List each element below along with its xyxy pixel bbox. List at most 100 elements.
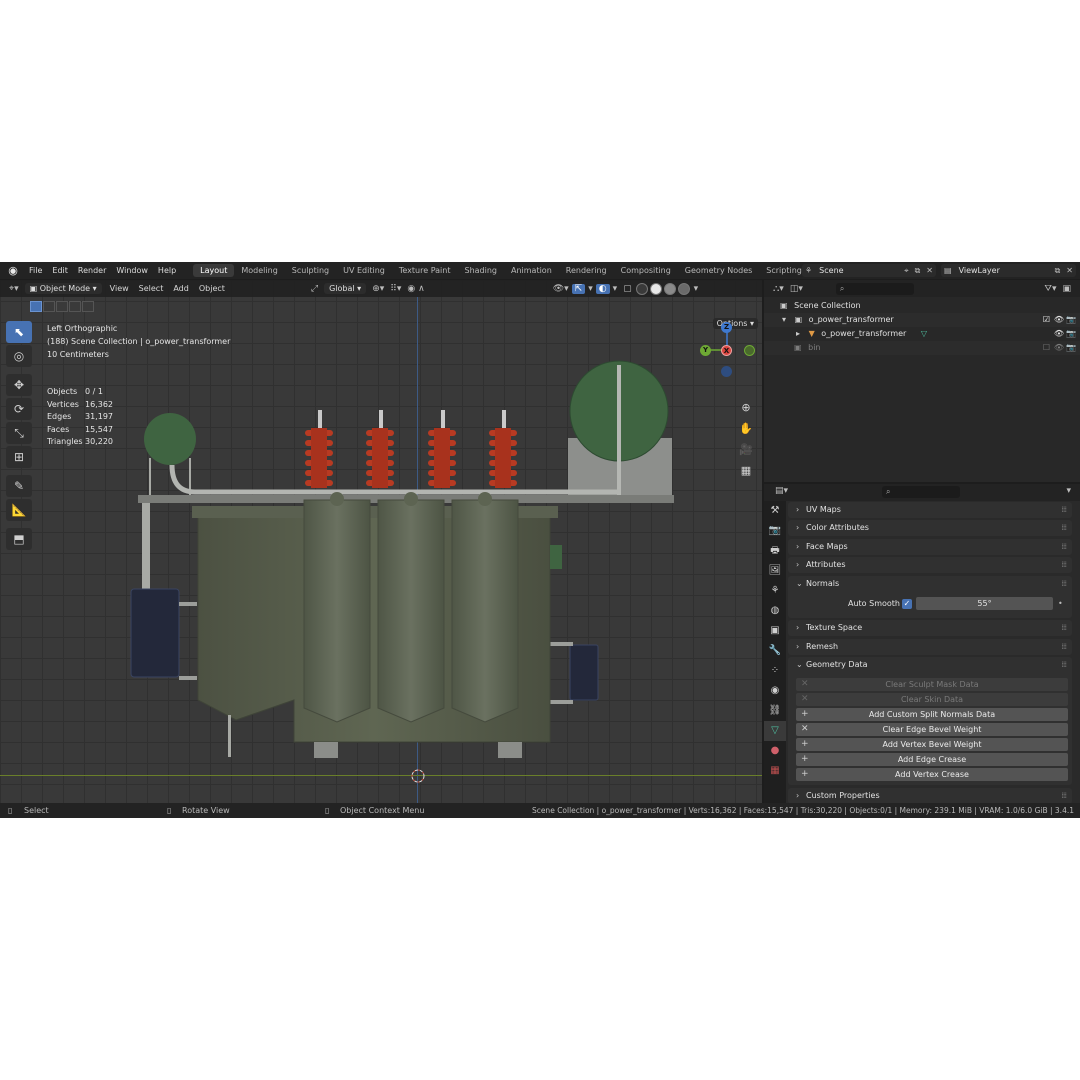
chevron-down-icon[interactable]: ⌄	[796, 576, 806, 592]
tab-texture-paint[interactable]: Texture Paint	[392, 264, 458, 277]
pin-icon[interactable]: ⌖	[901, 266, 912, 276]
grid-view-icon[interactable]: ▦	[738, 463, 754, 479]
add-cube-tool-icon[interactable]: ⬒	[6, 528, 32, 550]
outliner-row-scene-collection[interactable]: ▣ Scene Collection	[764, 299, 1080, 313]
gizmo-neg-z-icon[interactable]	[721, 366, 732, 377]
overlay-toggle-icon[interactable]: ◐	[595, 283, 610, 294]
snap-icon[interactable]: ⠿▾	[387, 284, 404, 294]
object-mode-dropdown[interactable]: ▣ Object Mode ▾	[24, 283, 102, 294]
drag-handle-icon[interactable]: ⁞⁞⁞	[1061, 502, 1067, 518]
drag-handle-icon[interactable]: ⁞⁞⁞	[1061, 620, 1067, 636]
editor-type-icon[interactable]: ⌖▾	[6, 284, 22, 294]
outliner-search-input[interactable]: ⌕	[835, 282, 914, 295]
menu-window[interactable]: Window	[111, 262, 153, 279]
outliner-row-bin[interactable]: ▣ bin ☐ 👁 📷	[764, 341, 1080, 355]
proportional-edit-icon[interactable]: ◉ ∧	[404, 284, 427, 294]
menu-render[interactable]: Render	[73, 262, 111, 279]
render-camera-icon[interactable]: 📷	[1066, 313, 1076, 327]
add-custom-split-normals-button[interactable]: + Add Custom Split Normals Data	[796, 708, 1068, 721]
shading-dropdown-icon[interactable]: ▾	[691, 284, 702, 294]
add-vertex-crease-button[interactable]: + Add Vertex Crease	[796, 768, 1068, 781]
pivot-icon[interactable]: ⊕▾	[369, 284, 387, 294]
close-view-layer-icon[interactable]: ✕	[1063, 266, 1076, 275]
drag-handle-icon[interactable]: ⁞⁞⁞	[1061, 639, 1067, 655]
measure-tool-icon[interactable]: 📐	[6, 499, 32, 521]
outliner-editor-icon[interactable]: ⛬▾	[770, 284, 787, 294]
annotate-tool-icon[interactable]: ✎	[6, 475, 32, 497]
tab-rendering[interactable]: Rendering	[559, 264, 614, 277]
close-scene-icon[interactable]: ✕	[923, 266, 936, 275]
add-edge-crease-button[interactable]: + Add Edge Crease	[796, 753, 1068, 766]
modifier-tab-icon[interactable]: 🔧	[764, 641, 786, 661]
drag-handle-icon[interactable]: ⁞⁞⁞	[1061, 657, 1067, 673]
gizmo-dropdown-icon[interactable]: ▾	[585, 284, 596, 294]
render-camera-icon[interactable]: 📷	[1066, 327, 1076, 341]
select-extend-icon[interactable]	[43, 301, 55, 312]
scene-tab-icon[interactable]: ⚘	[764, 581, 786, 601]
3d-viewport[interactable]: ⌖▾ ▣ Object Mode ▾ View Select Add Objec…	[0, 280, 762, 804]
panel-title[interactable]: Geometry Data	[806, 660, 868, 669]
new-collection-icon[interactable]: ▣	[1059, 284, 1074, 294]
tab-geometry-nodes[interactable]: Geometry Nodes	[678, 264, 759, 277]
view-layer-tab-icon[interactable]: 🖼	[764, 561, 786, 581]
constraints-tab-icon[interactable]: ⛓	[764, 701, 786, 721]
panel-attributes[interactable]: › Attributes ⁞⁞⁞	[788, 557, 1072, 573]
pan-hand-icon[interactable]: ✋	[738, 421, 754, 437]
outliner-row-object[interactable]: ▸ ▼ o_power_transformer ▽ 👁 📷	[764, 327, 1080, 341]
physics-tab-icon[interactable]: ◉	[764, 681, 786, 701]
tab-shading[interactable]: Shading	[457, 264, 504, 277]
menu-add[interactable]: Add	[168, 280, 194, 297]
add-vertex-bevel-weight-button[interactable]: + Add Vertex Bevel Weight	[796, 738, 1068, 751]
rendered-shading-icon[interactable]	[677, 282, 690, 295]
drag-handle-icon[interactable]: ⁞⁞⁞	[1061, 576, 1067, 592]
exclude-checkbox-icon[interactable]: ☐	[1043, 341, 1050, 355]
clear-sculpt-mask-button[interactable]: ✕ Clear Sculpt Mask Data	[796, 678, 1068, 691]
render-camera-icon[interactable]: 📷	[1066, 341, 1076, 355]
tab-sculpting[interactable]: Sculpting	[285, 264, 336, 277]
panel-color-attributes[interactable]: › Color Attributes ⁞⁞⁞	[788, 520, 1072, 536]
outliner-row-collection[interactable]: ▾ ▣ o_power_transformer ☑ 👁 📷	[764, 313, 1080, 327]
menu-object[interactable]: Object	[194, 280, 230, 297]
menu-help[interactable]: Help	[153, 262, 181, 279]
visibility-eye-icon[interactable]: 👁	[1054, 313, 1064, 327]
transform-tool-icon[interactable]: ⊞	[6, 446, 32, 468]
panel-remesh[interactable]: › Remesh ⁞⁞⁞	[788, 639, 1072, 655]
overlay-dropdown-icon[interactable]: ▾	[610, 284, 621, 294]
properties-dropdown-icon[interactable]: ▾	[1063, 486, 1074, 496]
navigation-gizmo[interactable]: Z Y X	[696, 320, 756, 377]
visibility-eye-icon[interactable]: 👁	[1054, 341, 1064, 355]
cursor-tool-icon[interactable]: ◎	[6, 345, 32, 367]
world-tab-icon[interactable]: ◍	[764, 601, 786, 621]
transform-orientation-dropdown[interactable]: Global ▾	[324, 283, 367, 294]
tab-layout[interactable]: Layout	[193, 264, 235, 277]
clear-skin-data-button[interactable]: ✕ Clear Skin Data	[796, 693, 1068, 706]
keyframe-dot-icon[interactable]: •	[1058, 596, 1063, 612]
drag-handle-icon[interactable]: ⁞⁞⁞	[1061, 520, 1067, 536]
select-new-icon[interactable]	[30, 301, 42, 312]
tab-compositing[interactable]: Compositing	[614, 264, 678, 277]
gizmo-z-icon[interactable]: Z	[721, 322, 732, 333]
mesh-data-icon[interactable]: ▽	[909, 329, 927, 338]
gizmo-toggle-icon[interactable]: ⇱	[571, 283, 586, 294]
render-tab-icon[interactable]: 📷	[764, 521, 786, 541]
visibility-icon[interactable]: 👁▾	[550, 284, 572, 294]
properties-search-input[interactable]: ⌕	[882, 486, 960, 498]
clear-edge-bevel-weight-button[interactable]: ✕ Clear Edge Bevel Weight	[796, 723, 1068, 736]
view-layer-name[interactable]: ViewLayer	[955, 266, 1000, 275]
select-intersect-icon[interactable]	[82, 301, 94, 312]
material-tab-icon[interactable]: ●	[764, 741, 786, 761]
panel-title[interactable]: Normals	[806, 579, 839, 588]
particles-tab-icon[interactable]: ⁘	[764, 661, 786, 681]
texture-tab-icon[interactable]: ▦	[764, 761, 786, 781]
auto-smooth-angle-field[interactable]: 55°	[916, 597, 1053, 610]
material-shading-icon[interactable]	[663, 282, 676, 295]
panel-texture-space[interactable]: › Texture Space ⁞⁞⁞	[788, 620, 1072, 636]
menu-select[interactable]: Select	[134, 280, 169, 297]
move-tool-icon[interactable]: ✥	[6, 374, 32, 396]
zoom-icon[interactable]: ⊕	[738, 400, 754, 416]
scene-name[interactable]: Scene	[815, 266, 843, 275]
blender-logo-icon[interactable]: ◉	[6, 264, 20, 278]
filter-icon[interactable]: ⛛▾	[1041, 284, 1059, 294]
mesh-data-tab-icon[interactable]: ▽	[764, 721, 786, 741]
panel-face-maps[interactable]: › Face Maps ⁞⁞⁞	[788, 539, 1072, 555]
